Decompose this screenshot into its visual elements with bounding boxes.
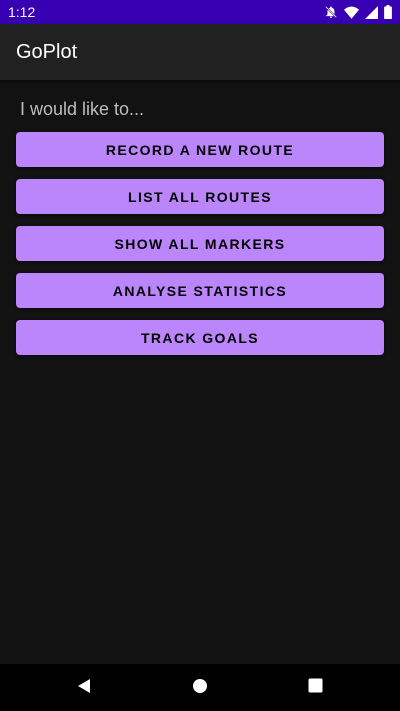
screen: 1:12 GoPlot I would like to... RECORD A … — [0, 0, 400, 711]
track-goals-button[interactable]: TRACK GOALS — [16, 320, 384, 355]
signal-icon — [365, 5, 378, 19]
action-button-list: RECORD A NEW ROUTE LIST ALL ROUTES SHOW … — [16, 132, 384, 367]
back-icon — [76, 678, 92, 699]
back-button[interactable] — [72, 676, 96, 700]
home-button[interactable] — [188, 676, 212, 700]
status-time: 1:12 — [8, 4, 36, 20]
record-new-route-button[interactable]: RECORD A NEW ROUTE — [16, 132, 384, 167]
show-all-markers-button[interactable]: SHOW ALL MARKERS — [16, 226, 384, 261]
app-title: GoPlot — [16, 40, 78, 63]
status-icons — [324, 5, 392, 19]
home-icon — [192, 678, 208, 699]
prompt-text: I would like to... — [20, 99, 145, 119]
navigation-bar — [0, 664, 400, 711]
status-bar: 1:12 — [0, 0, 400, 24]
recents-icon — [308, 678, 323, 698]
app-bar: GoPlot — [0, 24, 400, 80]
analyse-statistics-button[interactable]: ANALYSE STATISTICS — [16, 273, 384, 308]
wifi-icon — [344, 6, 359, 19]
list-all-routes-button[interactable]: LIST ALL ROUTES — [16, 179, 384, 214]
notifications-off-icon — [324, 5, 338, 19]
battery-icon — [384, 5, 392, 19]
recents-button[interactable] — [303, 676, 327, 700]
